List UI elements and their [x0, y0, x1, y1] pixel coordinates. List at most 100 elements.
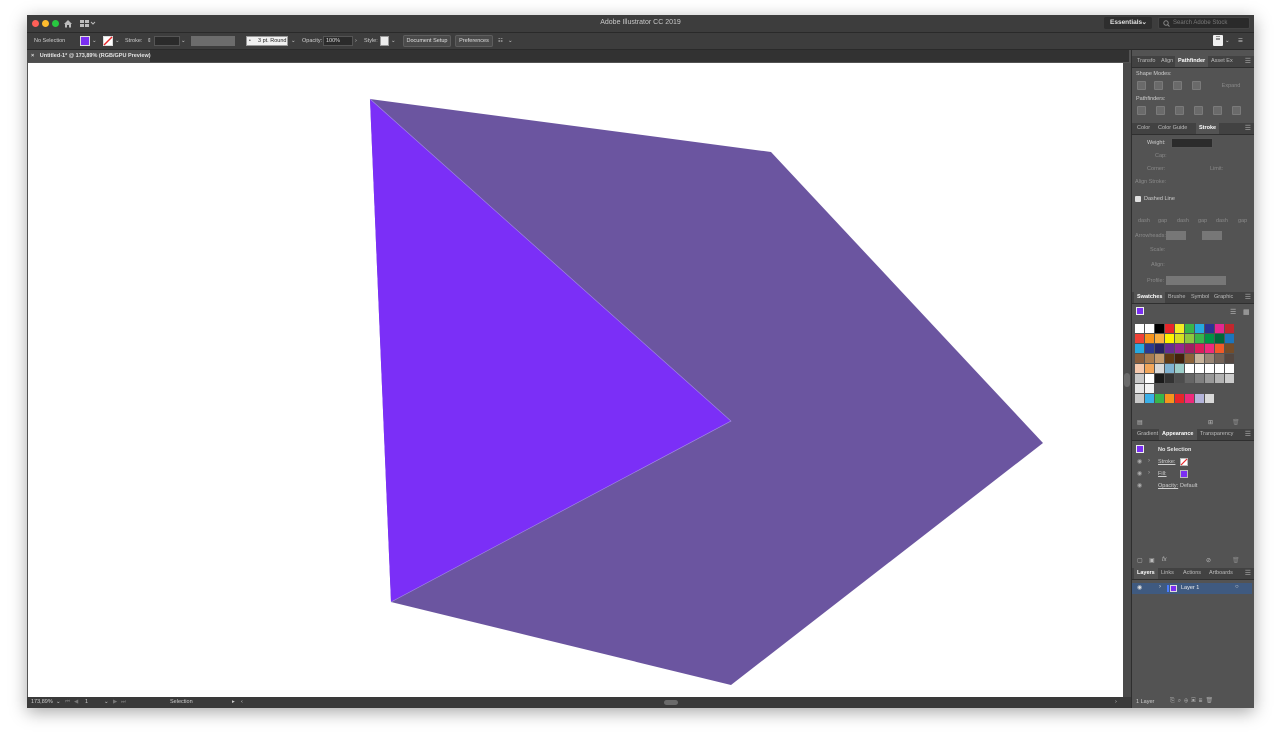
tab-swatches[interactable]: Swatches — [1134, 292, 1166, 303]
color-swatch[interactable] — [1155, 364, 1164, 373]
color-swatch[interactable] — [1225, 324, 1234, 333]
chevron-down-icon[interactable]: ⌄ — [104, 697, 109, 708]
swatch-library-icon[interactable]: ▤ — [1137, 419, 1143, 426]
color-swatch[interactable] — [1165, 374, 1174, 383]
new-swatch-icon[interactable]: ⊞ — [1208, 419, 1213, 426]
workspace-switcher[interactable]: Essentials ⌄ — [1104, 17, 1152, 29]
fill-row-swatch[interactable] — [1180, 470, 1188, 478]
outline-button[interactable] — [1213, 106, 1222, 115]
trim-button[interactable] — [1156, 106, 1165, 115]
color-swatch[interactable] — [1205, 344, 1214, 353]
color-swatch[interactable] — [1195, 354, 1204, 363]
panel-menu-icon[interactable]: ☰ — [1245, 430, 1251, 439]
first-artboard-icon[interactable]: ⏮ — [65, 697, 70, 708]
brush-definition-dropdown[interactable]: • 3 pt. Round — [246, 36, 288, 46]
chevron-down-icon[interactable]: ⌄ — [1225, 37, 1230, 45]
color-swatch[interactable] — [1215, 364, 1224, 373]
last-artboard-icon[interactable]: ⏭ — [121, 697, 126, 708]
next-artboard-icon[interactable]: ▶ — [113, 697, 117, 708]
tab-links[interactable]: Links — [1158, 568, 1177, 579]
color-swatch[interactable] — [1175, 324, 1184, 333]
color-swatch[interactable] — [1175, 394, 1184, 403]
color-swatch[interactable] — [1195, 394, 1204, 403]
color-swatch[interactable] — [1195, 364, 1204, 373]
chevron-down-icon[interactable]: ⌄ — [56, 697, 61, 708]
expand-button[interactable]: Expand — [1216, 83, 1246, 89]
color-swatch[interactable] — [1215, 324, 1224, 333]
tab-symbols[interactable]: Symbol — [1188, 292, 1212, 303]
color-swatch[interactable] — [1185, 354, 1194, 363]
delete-item-icon[interactable]: 🗑 — [1232, 557, 1240, 564]
color-swatch[interactable] — [1185, 394, 1194, 403]
eye-icon[interactable]: ◉ — [1137, 458, 1142, 465]
eye-icon[interactable]: ◉ — [1137, 470, 1142, 477]
color-swatch[interactable] — [1205, 364, 1214, 373]
tab-color[interactable]: Color — [1134, 123, 1153, 134]
color-swatch[interactable] — [1175, 374, 1184, 383]
play-icon[interactable]: ▸ — [232, 697, 235, 708]
color-swatch[interactable] — [1215, 344, 1224, 353]
color-swatch[interactable] — [1145, 394, 1154, 403]
color-swatch[interactable] — [1175, 344, 1184, 353]
delete-swatch-icon[interactable]: 🗑 — [1232, 419, 1240, 426]
tab-color-guide[interactable]: Color Guide — [1155, 123, 1190, 134]
color-swatch[interactable] — [1135, 394, 1144, 403]
scroll-thumb[interactable] — [1124, 373, 1130, 387]
color-swatch[interactable] — [1155, 374, 1164, 383]
color-swatch[interactable] — [1185, 364, 1194, 373]
scroll-left-icon[interactable]: ‹ — [241, 697, 243, 708]
stock-search-input[interactable]: Search Adobe Stock — [1158, 17, 1250, 29]
tab-layers[interactable]: Layers — [1134, 568, 1158, 579]
tab-appearance[interactable]: Appearance — [1159, 429, 1197, 440]
zoom-level[interactable]: 173,89% — [31, 697, 53, 708]
color-swatch[interactable] — [1145, 384, 1154, 393]
color-swatch[interactable] — [1155, 324, 1164, 333]
chevron-down-icon[interactable]: ⌄ — [181, 37, 186, 45]
panel-menu-icon[interactable]: ☰ — [1245, 57, 1251, 66]
panel-menu-icon[interactable]: ☰ — [1238, 37, 1243, 45]
color-swatch[interactable] — [1205, 334, 1214, 343]
color-swatch[interactable] — [1165, 334, 1174, 343]
color-swatch[interactable] — [1225, 334, 1234, 343]
previous-artboard-icon[interactable]: ◀ — [74, 697, 78, 708]
color-swatch[interactable] — [1135, 384, 1144, 393]
color-swatch[interactable] — [1165, 394, 1174, 403]
minus-back-button[interactable] — [1232, 106, 1241, 115]
color-swatch[interactable] — [1155, 354, 1164, 363]
chevron-right-icon[interactable]: › — [1159, 584, 1161, 590]
color-swatch[interactable] — [1155, 344, 1164, 353]
start-arrowhead-dropdown[interactable] — [1166, 231, 1186, 240]
document-setup-button[interactable]: Document Setup — [403, 35, 451, 47]
color-swatch[interactable] — [1135, 364, 1144, 373]
layer-row[interactable]: ◉ › Layer 1 ○ — [1132, 583, 1252, 594]
chevron-down-icon[interactable]: ⌄ — [115, 37, 120, 45]
color-swatch[interactable] — [1155, 334, 1164, 343]
color-swatch[interactable] — [1215, 334, 1224, 343]
layers-footer-icons[interactable]: ⎘⌕⊕▣⊞🗑 — [1170, 697, 1216, 705]
tab-gradient[interactable]: Gradient — [1134, 429, 1161, 440]
tab-asset-export[interactable]: Asset Ex — [1208, 56, 1236, 67]
unite-button[interactable] — [1137, 81, 1146, 90]
color-swatch[interactable] — [1215, 374, 1224, 383]
color-swatch[interactable] — [1175, 354, 1184, 363]
grid-view-icon[interactable]: ▦ — [1243, 308, 1250, 316]
exclude-button[interactable] — [1192, 81, 1201, 90]
color-swatch[interactable] — [1135, 374, 1144, 383]
color-swatch[interactable] — [1185, 374, 1194, 383]
graphic-style-swatch[interactable] — [380, 36, 389, 46]
color-swatch[interactable] — [1135, 334, 1144, 343]
color-swatch[interactable] — [1165, 324, 1174, 333]
dashed-line-checkbox[interactable] — [1135, 196, 1141, 202]
panel-menu-icon[interactable]: ☰ — [1245, 569, 1251, 578]
horizontal-scroll-thumb[interactable] — [664, 700, 678, 705]
color-swatch[interactable] — [1155, 394, 1164, 403]
color-swatch[interactable] — [1185, 344, 1194, 353]
color-swatch[interactable] — [1135, 344, 1144, 353]
color-swatch[interactable] — [1145, 374, 1154, 383]
end-arrowhead-dropdown[interactable] — [1202, 231, 1222, 240]
fill-color-swatch[interactable] — [80, 36, 90, 46]
eye-icon[interactable]: ◉ — [1137, 584, 1142, 591]
color-swatch[interactable] — [1175, 334, 1184, 343]
clear-appearance-icon[interactable]: ⊘ — [1206, 557, 1211, 564]
preferences-button[interactable]: Preferences — [455, 35, 493, 47]
